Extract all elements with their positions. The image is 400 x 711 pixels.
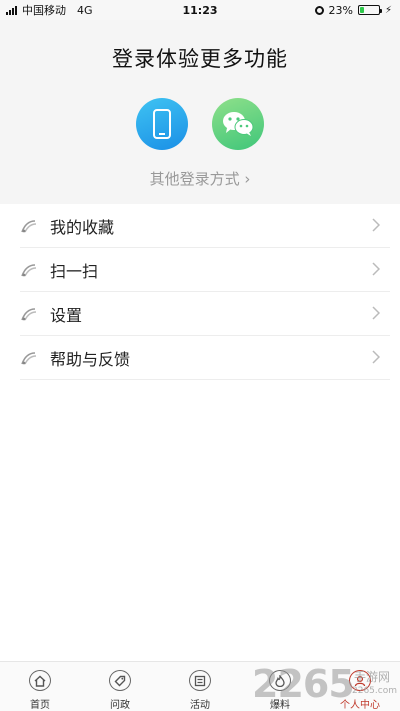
battery-icon (357, 5, 382, 15)
tab-label-baoliao: 爆料 (270, 700, 290, 711)
menu-label-settings: 设置 (50, 306, 83, 325)
tab-label-home: 首页 (30, 700, 50, 711)
phone-login-button[interactable] (136, 98, 188, 150)
menu-label-scan: 扫一扫 (50, 262, 99, 281)
tab-label-wenzheng: 问政 (110, 700, 130, 711)
chevron-right-icon (372, 218, 380, 232)
tab-wenzheng[interactable]: 问政 (80, 662, 160, 711)
phone-icon (153, 109, 171, 139)
menu-item-settings[interactable]: 设置 (0, 292, 400, 336)
alarm-icon (314, 5, 324, 15)
wechat-icon (223, 112, 254, 136)
login-header: 登录体验更多功能 其他登录方式 › (0, 20, 400, 204)
menu-item-help[interactable]: 帮助与反馈 (0, 336, 400, 380)
login-title: 登录体验更多功能 (112, 47, 288, 71)
carrier-label: 中国移动 (22, 4, 66, 17)
chevron-right-icon (372, 350, 380, 364)
bookmark-icon (21, 220, 37, 233)
chevron-right-icon (372, 262, 380, 276)
home-icon (29, 670, 51, 691)
settings-icon (21, 308, 37, 321)
tab-baoliao[interactable]: 爆料 (240, 662, 320, 711)
status-right: 23% ⚡ (314, 3, 392, 17)
battery-percent: 23% (328, 3, 353, 17)
tag-icon (109, 670, 131, 691)
wechat-login-button[interactable] (212, 98, 264, 150)
tab-activity[interactable]: 活动 (160, 662, 240, 711)
menu-item-scan[interactable]: 扫一扫 (0, 248, 400, 292)
other-login-link[interactable]: 其他登录方式 › (0, 168, 400, 189)
list-icon (189, 670, 211, 691)
status-left: 中国移动 4G (6, 2, 93, 18)
user-icon (349, 670, 371, 691)
signal-icon (6, 5, 17, 15)
tab-profile[interactable]: 个人中心 (320, 662, 400, 711)
tab-label-profile: 个人中心 (340, 700, 380, 711)
menu-label-favorites: 我的收藏 (50, 218, 115, 237)
scan-icon (21, 264, 37, 277)
chevron-right-icon (372, 306, 380, 320)
tab-label-activity: 活动 (190, 700, 210, 711)
help-icon (21, 352, 37, 365)
fire-icon (269, 670, 291, 691)
menu-item-favorites[interactable]: 我的收藏 (0, 204, 400, 248)
status-bar: 中国移动 4G 11:23 23% ⚡ (0, 0, 400, 20)
charging-icon: ⚡ (384, 4, 392, 16)
menu-label-help: 帮助与反馈 (50, 350, 131, 369)
tab-bar: 首页 问政 活动 爆料 个人中心 (0, 661, 400, 711)
menu-list: 我的收藏 扫一扫 设置 帮助与反馈 (0, 204, 400, 380)
network-label: 4G (77, 3, 93, 17)
tab-home[interactable]: 首页 (0, 662, 80, 711)
